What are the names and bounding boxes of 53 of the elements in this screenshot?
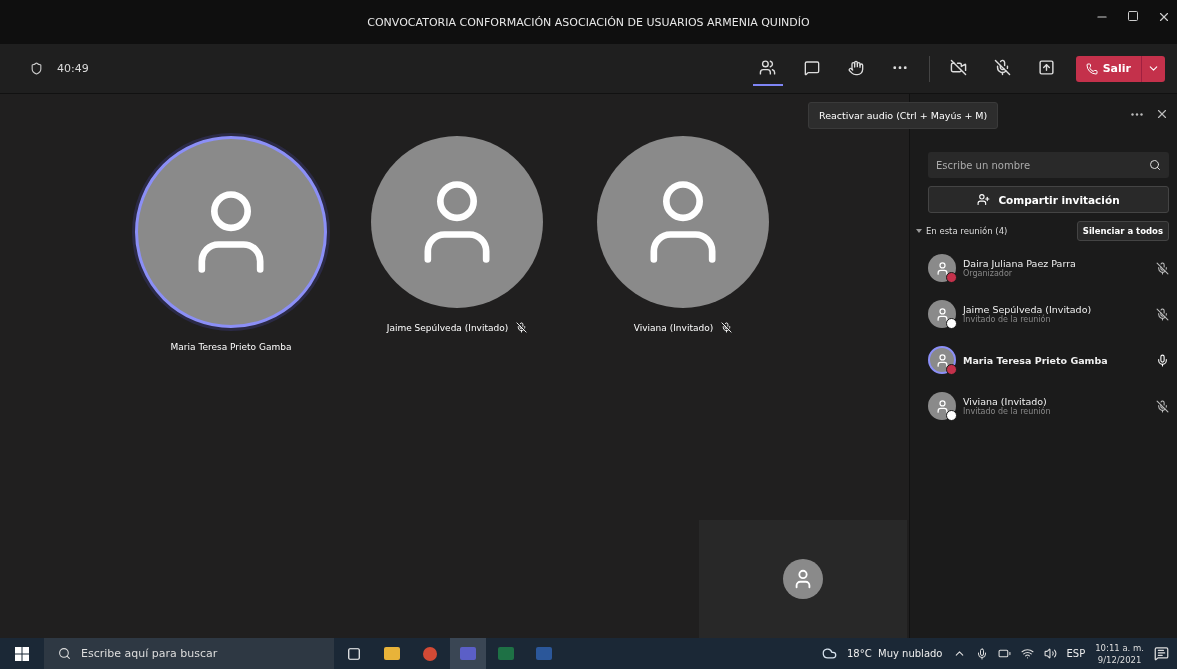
self-avatar	[783, 559, 823, 599]
tooltip: Reactivar audio (Ctrl + Mayús + M)	[808, 102, 999, 129]
notifications-icon	[1154, 646, 1169, 661]
participant-role: Invitado de la reunión	[963, 315, 1052, 324]
hand-icon	[847, 59, 864, 76]
participant-name: Jaime Sepúlveda (Invitado)	[963, 304, 1093, 315]
participant-role: Organizador	[963, 269, 1013, 278]
clock-date: 9/12/2021	[1097, 653, 1142, 666]
person-add-icon	[977, 193, 991, 206]
maximize-icon	[1127, 10, 1139, 22]
windows-logo-icon	[15, 646, 29, 661]
participant-name: Jaime Sepúlveda (Invitado)	[386, 322, 509, 333]
upload-icon	[1038, 59, 1056, 76]
participant-name: Maria Teresa Prieto Gamba	[963, 354, 1109, 366]
taskbar-search-field[interactable]: Escribe aquí para buscar	[44, 638, 334, 669]
participant-name: Daira Juliana Paez Parra	[963, 258, 1077, 269]
chat-icon	[803, 59, 820, 76]
shield-icon	[30, 62, 43, 75]
clock-time: 10:11 a. m.	[1095, 641, 1144, 654]
close-icon	[1155, 107, 1169, 121]
wifi-icon	[1020, 647, 1034, 660]
participant-name: Viviana (Invitado)	[963, 396, 1047, 407]
window-title: CONVOCATORIA CONFORMACIÓN ASOCIACIÓN DE USUARIOS ARMENIA QUINDÍO	[367, 15, 810, 29]
people-icon	[759, 59, 777, 76]
participant-row[interactable]: Viviana (Invitado) Invitado de la reunión	[928, 387, 1169, 425]
participant-name: Maria Teresa Prieto Gamba	[170, 342, 292, 352]
section-toggle[interactable]: En esta reunión (4)	[916, 226, 1008, 236]
leave-options-button[interactable]	[1141, 55, 1165, 82]
more-icon	[1131, 112, 1143, 116]
more-icon	[892, 65, 907, 70]
mic-muted-icon	[994, 59, 1012, 76]
participant-row[interactable]: Daira Juliana Paez Parra Organizador	[928, 249, 1169, 287]
mute-all-button[interactable]: Silenciar a todos	[1076, 221, 1169, 241]
weather-text: 18°C Muy nublado	[846, 648, 943, 659]
phone-icon	[1085, 62, 1098, 75]
camera-off-icon	[950, 59, 968, 76]
language-indicator[interactable]: ESP	[1066, 648, 1086, 659]
task-view-icon	[347, 646, 361, 661]
participant-row[interactable]: Maria Teresa Prieto Gamba	[928, 341, 1169, 379]
leave-button[interactable]: Salir	[1075, 55, 1141, 82]
meeting-timer: 40:49	[57, 62, 89, 75]
volume-icon	[1043, 647, 1057, 660]
cloud-icon	[821, 646, 837, 661]
participant-row[interactable]: Jaime Sepúlveda (Invitado) Invitado de la reunión	[928, 295, 1169, 333]
share-invitation-button[interactable]: Compartir invitación	[928, 186, 1169, 213]
microphone-icon	[975, 647, 988, 660]
battery-icon	[997, 647, 1011, 660]
participant-name: Viviana (Invitado)	[633, 322, 714, 333]
search-icon	[58, 647, 71, 660]
search-icon	[1149, 159, 1161, 171]
search-field[interactable]: Escribe un nombre	[928, 152, 1169, 178]
participant-role: Invitado de la reunión	[963, 407, 1052, 416]
close-icon	[1157, 10, 1171, 24]
